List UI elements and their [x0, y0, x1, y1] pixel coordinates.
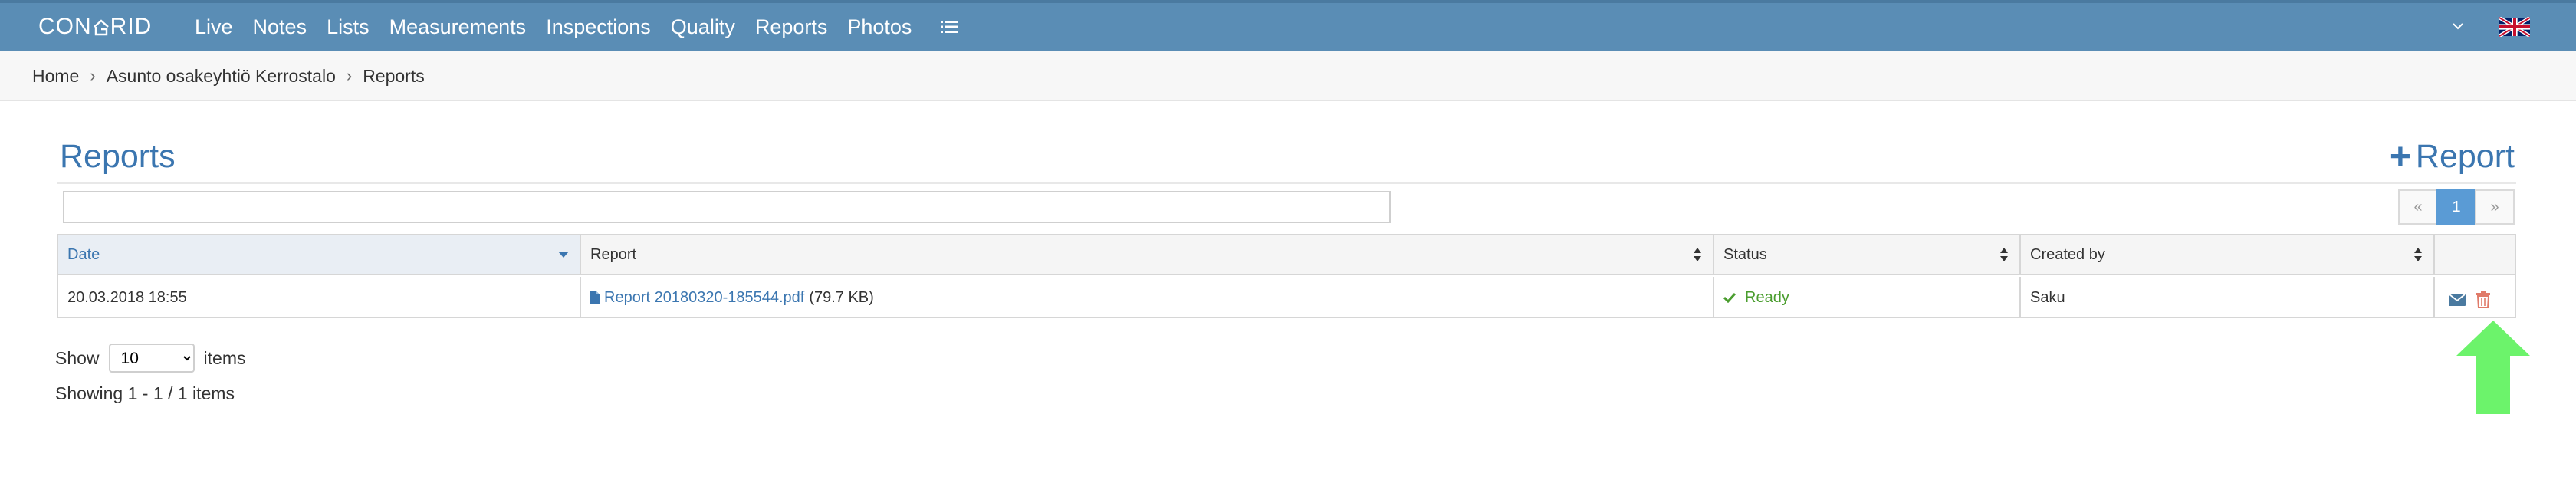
- breadcrumb-current: Reports: [363, 65, 425, 86]
- title-divider: [57, 182, 2516, 184]
- nav-item-notes[interactable]: Notes: [253, 15, 307, 39]
- pager-page-button[interactable]: 1: [2436, 189, 2476, 225]
- column-header-date[interactable]: Date: [58, 235, 581, 274]
- plus-icon: +: [2389, 136, 2411, 177]
- top-navigation-bar: CON RID Live Notes Lists Measurements In…: [0, 3, 2576, 51]
- page-title: Reports: [60, 138, 176, 175]
- column-header-label: Status: [1723, 245, 1767, 263]
- sort-desc-icon: [558, 252, 569, 258]
- nav-item-reports[interactable]: Reports: [755, 15, 828, 39]
- nav-item-live[interactable]: Live: [195, 15, 233, 39]
- report-file-link[interactable]: Report 20180320-185544.pdf: [604, 289, 804, 307]
- highlight-arrow-icon: [2456, 321, 2530, 414]
- breadcrumb-home[interactable]: Home: [32, 66, 79, 87]
- page-size-select[interactable]: 10: [108, 344, 195, 373]
- column-header-actions: [2435, 235, 2515, 274]
- status-badge: Ready: [1723, 289, 1789, 307]
- nav-item-measurements[interactable]: Measurements: [389, 15, 527, 39]
- nav-item-quality[interactable]: Quality: [671, 15, 735, 39]
- items-label: items: [203, 347, 246, 368]
- cell-status: Ready: [1714, 277, 2021, 318]
- list-icon[interactable]: [941, 20, 958, 34]
- breadcrumb-separator-icon: ›: [346, 66, 353, 85]
- items-summary: Showing 1 - 1 / 1 items: [55, 383, 235, 403]
- breadcrumb-project[interactable]: Asunto osakeyhtiö Kerrostalo: [107, 66, 336, 87]
- uk-flag-icon[interactable]: [2499, 17, 2530, 37]
- nav-item-inspections[interactable]: Inspections: [546, 15, 651, 39]
- column-header-created-by[interactable]: Created by: [2021, 235, 2435, 274]
- report-file-size: (79.7 KB): [809, 288, 874, 306]
- logo-text-start: CON: [38, 14, 92, 39]
- status-text: Ready: [1745, 288, 1789, 306]
- column-header-label: Date: [67, 245, 100, 263]
- check-icon: [1723, 292, 1736, 303]
- cell-created-by: Saku: [2021, 277, 2435, 318]
- pagination: « 1 »: [2398, 189, 2515, 225]
- email-icon[interactable]: [2449, 294, 2466, 306]
- cell-actions: [2435, 277, 2515, 318]
- column-header-status[interactable]: Status: [1714, 235, 2021, 274]
- nav-item-photos[interactable]: Photos: [847, 15, 912, 39]
- file-icon: [590, 291, 600, 304]
- nav-item-lists[interactable]: Lists: [327, 15, 370, 39]
- sort-icon: [2000, 248, 2008, 261]
- column-header-report[interactable]: Report: [581, 235, 1714, 274]
- search-input[interactable]: [63, 191, 1391, 223]
- language-switcher[interactable]: [2452, 17, 2530, 37]
- sort-icon: [1694, 248, 1701, 261]
- table-row: 20.03.2018 18:55 Report 20180320-185544.…: [58, 277, 2515, 318]
- main-nav: Live Notes Lists Measurements Inspection…: [195, 3, 958, 51]
- add-report-label: Report: [2415, 138, 2515, 175]
- column-header-label: Report: [590, 245, 637, 263]
- sort-icon: [2414, 248, 2422, 261]
- breadcrumb: Home › Asunto osakeyhtiö Kerrostalo › Re…: [32, 51, 425, 101]
- chevron-down-icon[interactable]: [2452, 20, 2464, 34]
- trash-icon[interactable]: [2476, 291, 2490, 308]
- pager-prev-button[interactable]: «: [2398, 189, 2438, 225]
- table-header: Date Report Status Created by: [58, 235, 2515, 275]
- breadcrumb-bar: Home › Asunto osakeyhtiö Kerrostalo › Re…: [0, 51, 2576, 101]
- column-header-label: Created by: [2030, 245, 2105, 263]
- pager-next-button[interactable]: »: [2475, 189, 2515, 225]
- add-report-button[interactable]: + Report: [2390, 138, 2515, 176]
- logo-house-icon: [93, 18, 110, 36]
- show-label: Show: [55, 347, 100, 368]
- congrid-logo[interactable]: CON RID: [38, 14, 153, 39]
- cell-date: 20.03.2018 18:55: [58, 277, 581, 318]
- logo-text-end: RID: [110, 14, 153, 39]
- breadcrumb-separator-icon: ›: [90, 66, 96, 85]
- page-size-control: Show 10 items: [55, 344, 246, 373]
- reports-table: Date Report Status Created by 20.03.2018…: [57, 234, 2516, 318]
- cell-report: Report 20180320-185544.pdf (79.7 KB): [581, 277, 1714, 318]
